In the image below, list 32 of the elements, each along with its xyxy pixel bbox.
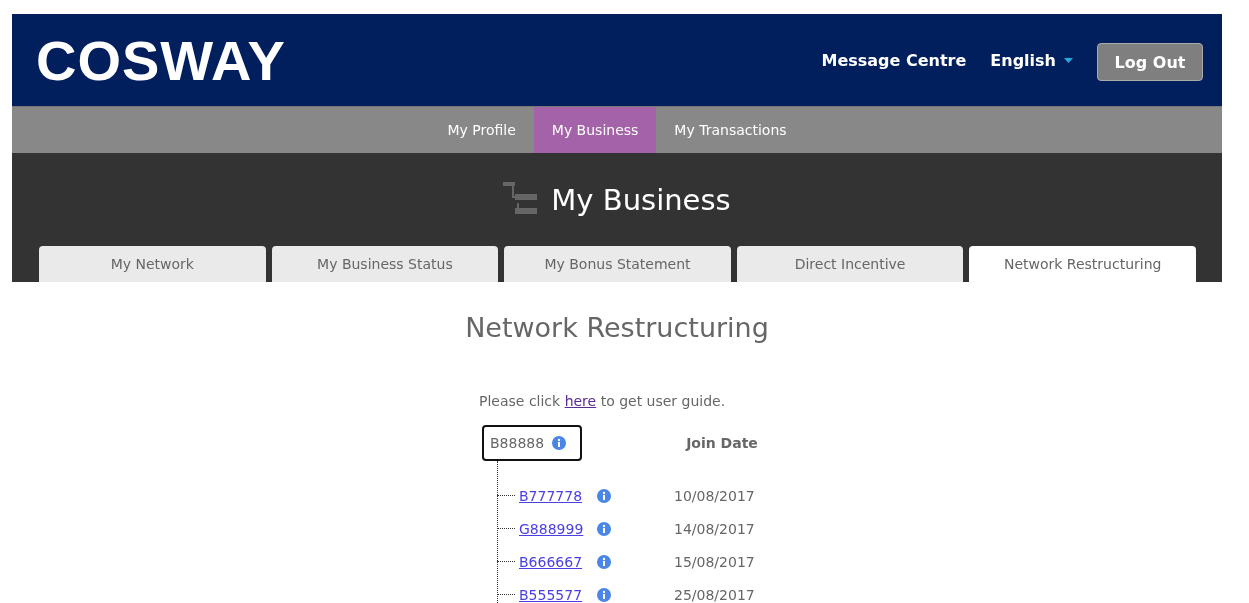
nav-tab[interactable]: My Transactions	[656, 107, 805, 153]
tab[interactable]: Network Restructuring	[969, 246, 1196, 282]
member-link[interactable]: B777778	[519, 487, 597, 504]
guide-text: Please click here to get user guide.	[479, 393, 727, 409]
join-date: 14/08/2017	[674, 520, 755, 537]
member-link[interactable]: G888999	[519, 520, 597, 537]
guide-link[interactable]: here	[564, 393, 597, 409]
tab[interactable]: My Business Status	[271, 246, 499, 282]
info-icon[interactable]	[597, 587, 611, 602]
tab[interactable]: My Network	[39, 246, 266, 282]
page-title: My Business	[551, 182, 731, 217]
logo: COSWAY	[36, 27, 287, 93]
caret-icon	[1064, 57, 1073, 63]
nav-tab[interactable]: My Business	[533, 107, 657, 153]
join-date: 10/08/2017	[674, 487, 755, 504]
section-title: Network Restructuring	[464, 312, 770, 343]
tab[interactable]: My Bonus Statement	[504, 246, 731, 282]
member-link[interactable]: B666667	[519, 553, 597, 570]
join-date: 15/08/2017	[674, 553, 755, 570]
info-icon[interactable]	[597, 488, 611, 503]
info-icon[interactable]	[597, 521, 611, 536]
logout-button[interactable]: Log Out	[1097, 43, 1203, 81]
join-date: 25/08/2017	[674, 586, 755, 603]
tab[interactable]: Direct Incentive	[736, 246, 964, 282]
header-link[interactable]: Message Centre	[821, 50, 967, 70]
info-icon[interactable]	[552, 436, 567, 450]
language-dropdown[interactable]: English	[990, 50, 1073, 70]
nav-tab[interactable]: My Profile	[429, 107, 534, 153]
column-header: Join Date	[686, 435, 758, 451]
root-node: B88888	[482, 425, 583, 461]
info-icon[interactable]	[597, 554, 611, 569]
member-link[interactable]: B555577	[519, 586, 597, 603]
